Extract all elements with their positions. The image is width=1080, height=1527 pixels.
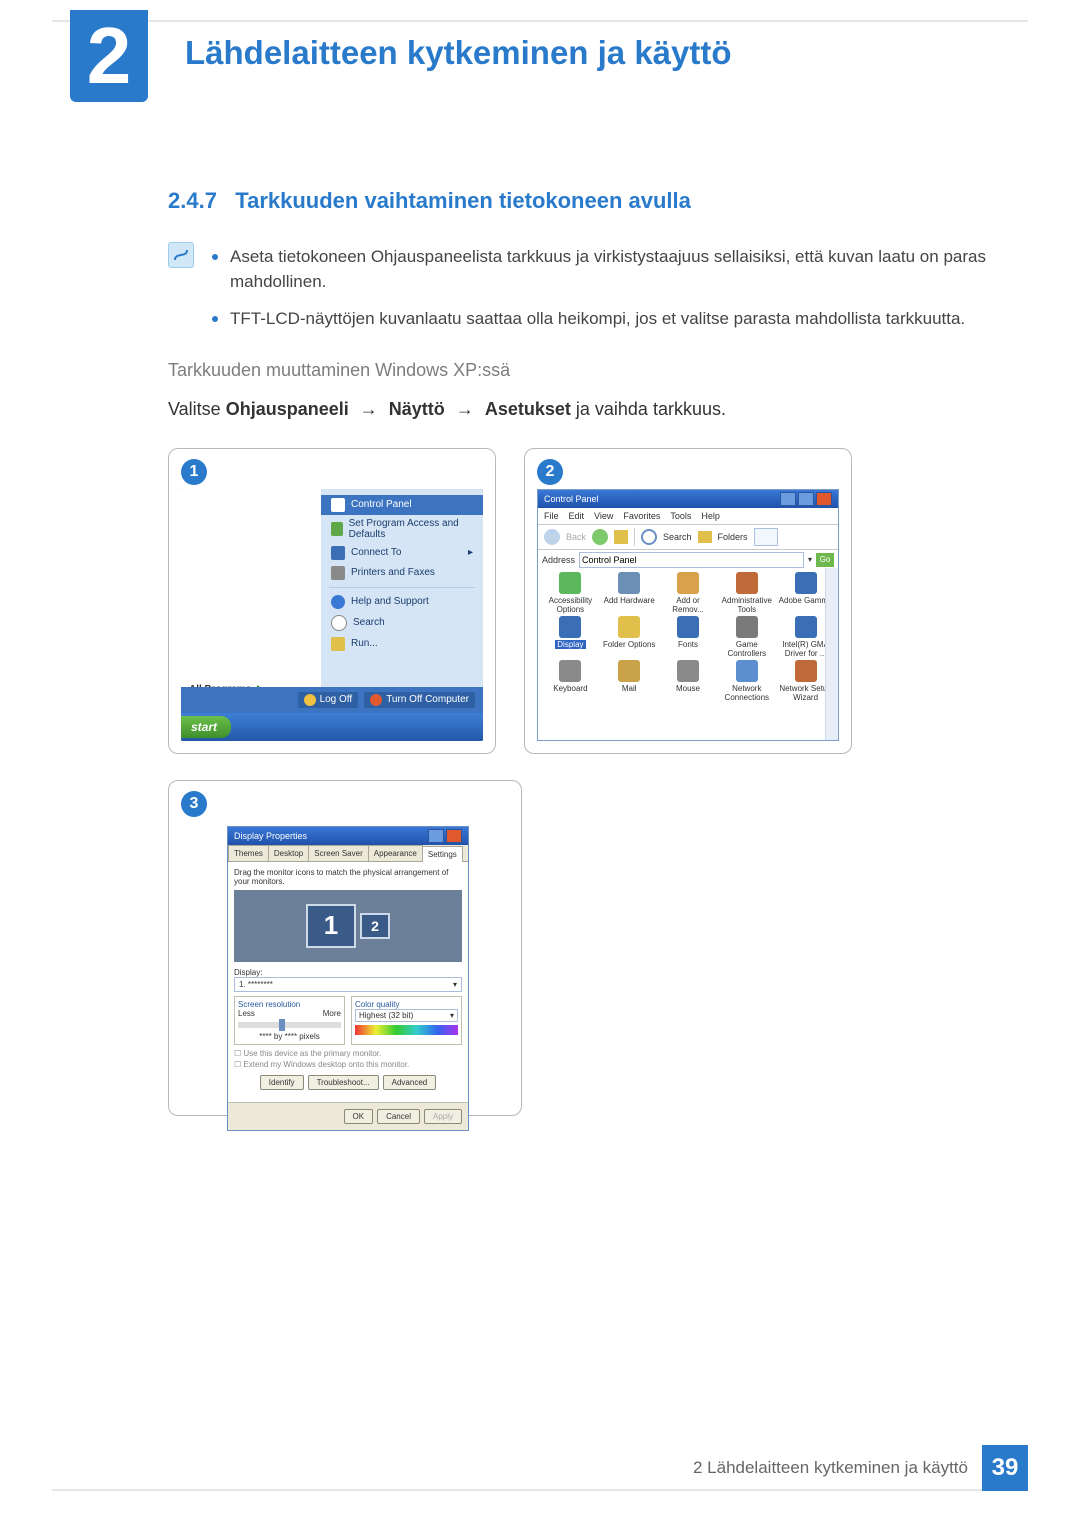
cp-icon: Administrative Tools bbox=[718, 572, 775, 614]
start-item-help: Help and Support bbox=[321, 592, 483, 612]
views-icon bbox=[754, 528, 778, 546]
cancel-button: Cancel bbox=[377, 1109, 420, 1124]
cp-menubar: FileEditViewFavoritesToolsHelp bbox=[538, 508, 838, 525]
screenshot-1: 1 Control Panel Set Program Access and D… bbox=[168, 448, 496, 754]
screenshot-badge: 2 bbox=[537, 459, 563, 485]
cp-icon: Fonts bbox=[660, 616, 717, 658]
cp-icon: Add Hardware bbox=[601, 572, 658, 614]
up-icon bbox=[614, 530, 628, 544]
start-item-control-panel: Control Panel bbox=[321, 495, 483, 515]
identify-button: Identify bbox=[260, 1075, 304, 1090]
scrollbar bbox=[825, 568, 838, 740]
color-quality-group: Color quality Highest (32 bit)▾ bbox=[351, 996, 462, 1045]
back-icon bbox=[544, 529, 560, 545]
arrow-icon: → bbox=[354, 399, 384, 419]
cp-icon: Folder Options bbox=[601, 616, 658, 658]
maximize-icon bbox=[798, 492, 814, 506]
dp-tabs: ThemesDesktopScreen SaverAppearanceSetti… bbox=[228, 845, 468, 862]
arrow-icon: → bbox=[450, 399, 480, 419]
color-quality-select: Highest (32 bit)▾ bbox=[355, 1009, 458, 1022]
chk-primary: ☐ Use this device as the primary monitor… bbox=[234, 1049, 462, 1058]
screen-resolution-group: Screen resolution LessMore **** by **** … bbox=[234, 996, 345, 1045]
footer-chapter-ref: 2 Lähdelaitteen kytkeminen ja käyttö bbox=[693, 1458, 968, 1478]
section-title: Tarkkuuden vaihtaminen tietokoneen avull… bbox=[235, 188, 691, 213]
navigation-path: Valitse Ohjauspaneeli → Näyttö → Asetuks… bbox=[168, 399, 1010, 420]
sub-heading: Tarkkuuden muuttaminen Windows XP:ssä bbox=[168, 360, 1010, 381]
go-button: Go bbox=[816, 553, 834, 567]
help-icon bbox=[428, 829, 444, 843]
section-heading: 2.4.7 Tarkkuuden vaihtaminen tietokoneen… bbox=[168, 188, 1010, 214]
advanced-button: Advanced bbox=[383, 1075, 437, 1090]
color-bar bbox=[355, 1025, 458, 1035]
apply-button: Apply bbox=[424, 1109, 462, 1124]
note-bullet-2: TFT-LCD-näyttöjen kuvanlaatu saattaa oll… bbox=[230, 304, 1010, 332]
screenshot-3: 3 Display Properties ThemesDesktopScreen… bbox=[168, 780, 522, 1116]
path-step-3: Asetukset bbox=[485, 399, 571, 419]
header-rule bbox=[52, 20, 1028, 22]
path-step-1: Ohjauspaneeli bbox=[226, 399, 349, 419]
start-item-connect-to: Connect To▸ bbox=[321, 543, 483, 563]
resolution-slider bbox=[238, 1022, 341, 1028]
start-item-search: Search bbox=[321, 612, 483, 634]
path-prefix: Valitse bbox=[168, 399, 226, 419]
note-body: Aseta tietokoneen Ohjauspaneelista tarkk… bbox=[212, 242, 1010, 342]
chapter-number-badge: 2 bbox=[70, 10, 148, 102]
address-input bbox=[579, 552, 804, 568]
note-icon bbox=[168, 242, 194, 268]
start-item-run: Run... bbox=[321, 634, 483, 654]
section-number: 2.4.7 bbox=[168, 188, 217, 213]
dp-titlebar: Display Properties bbox=[228, 827, 468, 845]
chk-extend: ☐ Extend my Windows desktop onto this mo… bbox=[234, 1060, 462, 1069]
start-item-set-program: Set Program Access and Defaults bbox=[321, 515, 483, 543]
cp-icon: Mail bbox=[601, 660, 658, 702]
display-properties-mock: Display Properties ThemesDesktopScreen S… bbox=[227, 826, 469, 1131]
cp-icon: Display bbox=[542, 616, 599, 658]
path-suffix: ja vaihda tarkkuus. bbox=[576, 399, 726, 419]
search-icon bbox=[641, 529, 657, 545]
path-step-2: Näyttö bbox=[389, 399, 445, 419]
cp-icon: Keyboard bbox=[542, 660, 599, 702]
display-select: 1. ********▾ bbox=[234, 977, 462, 992]
cp-toolbar: Back Search Folders bbox=[538, 525, 838, 550]
ok-button: OK bbox=[344, 1109, 374, 1124]
troubleshoot-button: Troubleshoot... bbox=[308, 1075, 379, 1090]
turn-off-button: Turn Off Computer bbox=[364, 692, 475, 708]
folders-icon bbox=[698, 531, 712, 543]
cp-titlebar: Control Panel bbox=[538, 490, 838, 508]
close-icon bbox=[446, 829, 462, 843]
log-off-button: Log Off bbox=[298, 692, 359, 708]
start-button: start bbox=[181, 716, 231, 738]
screenshot-2: 2 Control Panel FileEditViewFavoritesToo… bbox=[524, 448, 852, 754]
start-menu-mock: Control Panel Set Program Access and Def… bbox=[181, 489, 483, 741]
minimize-icon bbox=[780, 492, 796, 506]
cp-icon: Mouse bbox=[660, 660, 717, 702]
screenshot-badge: 3 bbox=[181, 791, 207, 817]
control-panel-mock: Control Panel FileEditViewFavoritesTools… bbox=[537, 489, 839, 741]
cp-icon: Network Connections bbox=[718, 660, 775, 702]
monitor-arrangement: 1 2 bbox=[234, 890, 462, 962]
page-number: 39 bbox=[982, 1445, 1028, 1491]
tab-settings: Settings bbox=[422, 846, 463, 862]
cp-icon: Game Controllers bbox=[718, 616, 775, 658]
display-label: Display: bbox=[234, 968, 462, 977]
cp-icon: Add or Remov... bbox=[660, 572, 717, 614]
monitor-1: 1 bbox=[306, 904, 356, 948]
dp-hint: Drag the monitor icons to match the phys… bbox=[234, 868, 462, 886]
cp-icon: Accessibility Options bbox=[542, 572, 599, 614]
chapter-title: Lähdelaitteen kytkeminen ja käyttö bbox=[185, 34, 732, 72]
screenshot-badge: 1 bbox=[181, 459, 207, 485]
close-icon bbox=[816, 492, 832, 506]
start-item-printers: Printers and Faxes bbox=[321, 563, 483, 583]
forward-icon bbox=[592, 529, 608, 545]
note-bullet-1: Aseta tietokoneen Ohjauspaneelista tarkk… bbox=[230, 242, 1010, 294]
monitor-2: 2 bbox=[360, 913, 390, 939]
